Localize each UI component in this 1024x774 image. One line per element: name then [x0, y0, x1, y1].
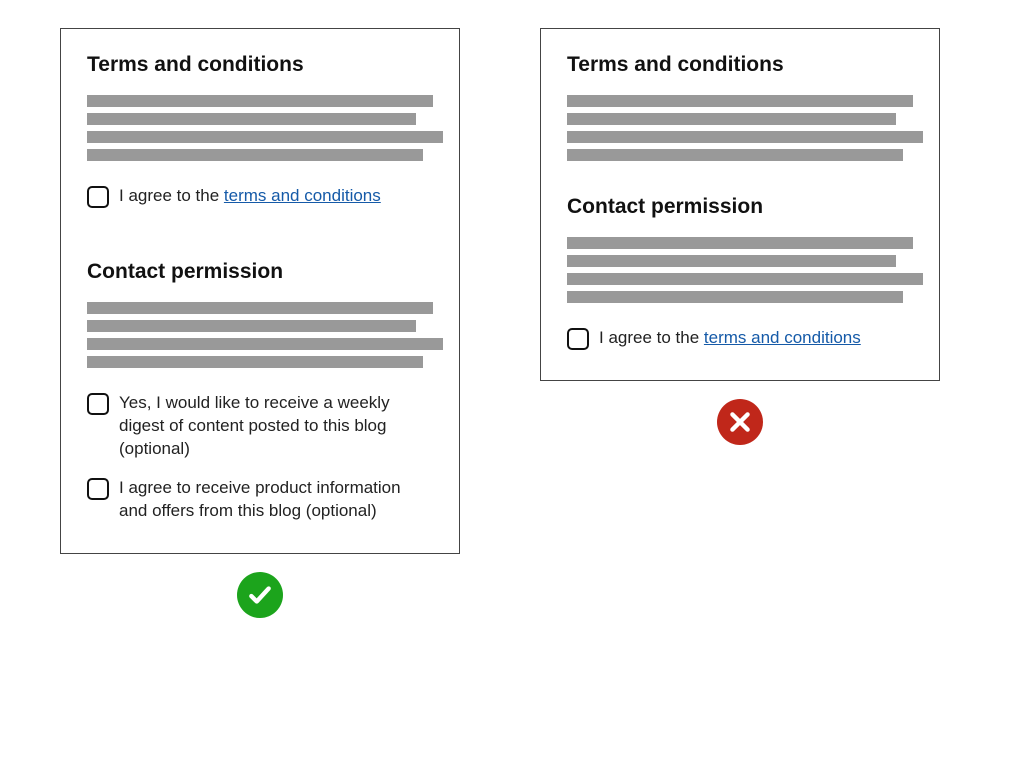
- placeholder-line: [567, 291, 903, 303]
- product-info-label: I agree to receive product information a…: [119, 477, 433, 523]
- placeholder-line: [87, 95, 433, 107]
- placeholder-line: [567, 255, 896, 267]
- agree-terms-checkbox[interactable]: [567, 328, 589, 350]
- bad-example-column: Terms and conditions Contact permission …: [540, 28, 940, 445]
- placeholder-line: [567, 131, 923, 143]
- placeholder-line: [87, 113, 416, 125]
- bad-terms-heading: Terms and conditions: [567, 53, 913, 77]
- placeholder-text-block: [87, 302, 433, 368]
- terms-link[interactable]: terms and conditions: [704, 328, 861, 347]
- placeholder-text-block: [567, 95, 913, 161]
- placeholder-line: [87, 320, 416, 332]
- placeholder-line: [567, 113, 896, 125]
- placeholder-line: [567, 149, 903, 161]
- agree-terms-prefix: I agree to the: [599, 328, 704, 347]
- placeholder-line: [567, 273, 923, 285]
- placeholder-line: [87, 302, 433, 314]
- placeholder-text-block: [87, 95, 433, 161]
- product-info-checkbox[interactable]: [87, 478, 109, 500]
- placeholder-line: [87, 338, 443, 350]
- agree-terms-label: I agree to the terms and conditions: [599, 327, 861, 350]
- agree-terms-prefix: I agree to the: [119, 186, 224, 205]
- cross-icon: [717, 399, 763, 445]
- good-contact-heading: Contact permission: [87, 260, 433, 284]
- placeholder-line: [567, 237, 913, 249]
- weekly-digest-label: Yes, I would like to receive a weekly di…: [119, 392, 433, 461]
- bad-contact-heading: Contact permission: [567, 195, 913, 219]
- agree-terms-label: I agree to the terms and conditions: [119, 185, 381, 208]
- check-icon: [237, 572, 283, 618]
- placeholder-line: [87, 131, 443, 143]
- weekly-digest-checkbox[interactable]: [87, 393, 109, 415]
- good-example-column: Terms and conditions I agree to the term…: [60, 28, 460, 618]
- agree-terms-row: I agree to the terms and conditions: [87, 185, 433, 208]
- placeholder-line: [87, 356, 423, 368]
- product-info-row: I agree to receive product information a…: [87, 477, 433, 523]
- agree-terms-checkbox[interactable]: [87, 186, 109, 208]
- good-terms-heading: Terms and conditions: [87, 53, 433, 77]
- terms-link[interactable]: terms and conditions: [224, 186, 381, 205]
- placeholder-text-block: [567, 237, 913, 303]
- good-panel: Terms and conditions I agree to the term…: [60, 28, 460, 554]
- weekly-digest-row: Yes, I would like to receive a weekly di…: [87, 392, 433, 461]
- placeholder-line: [87, 149, 423, 161]
- agree-terms-row: I agree to the terms and conditions: [567, 327, 913, 350]
- bad-panel: Terms and conditions Contact permission …: [540, 28, 940, 381]
- placeholder-line: [567, 95, 913, 107]
